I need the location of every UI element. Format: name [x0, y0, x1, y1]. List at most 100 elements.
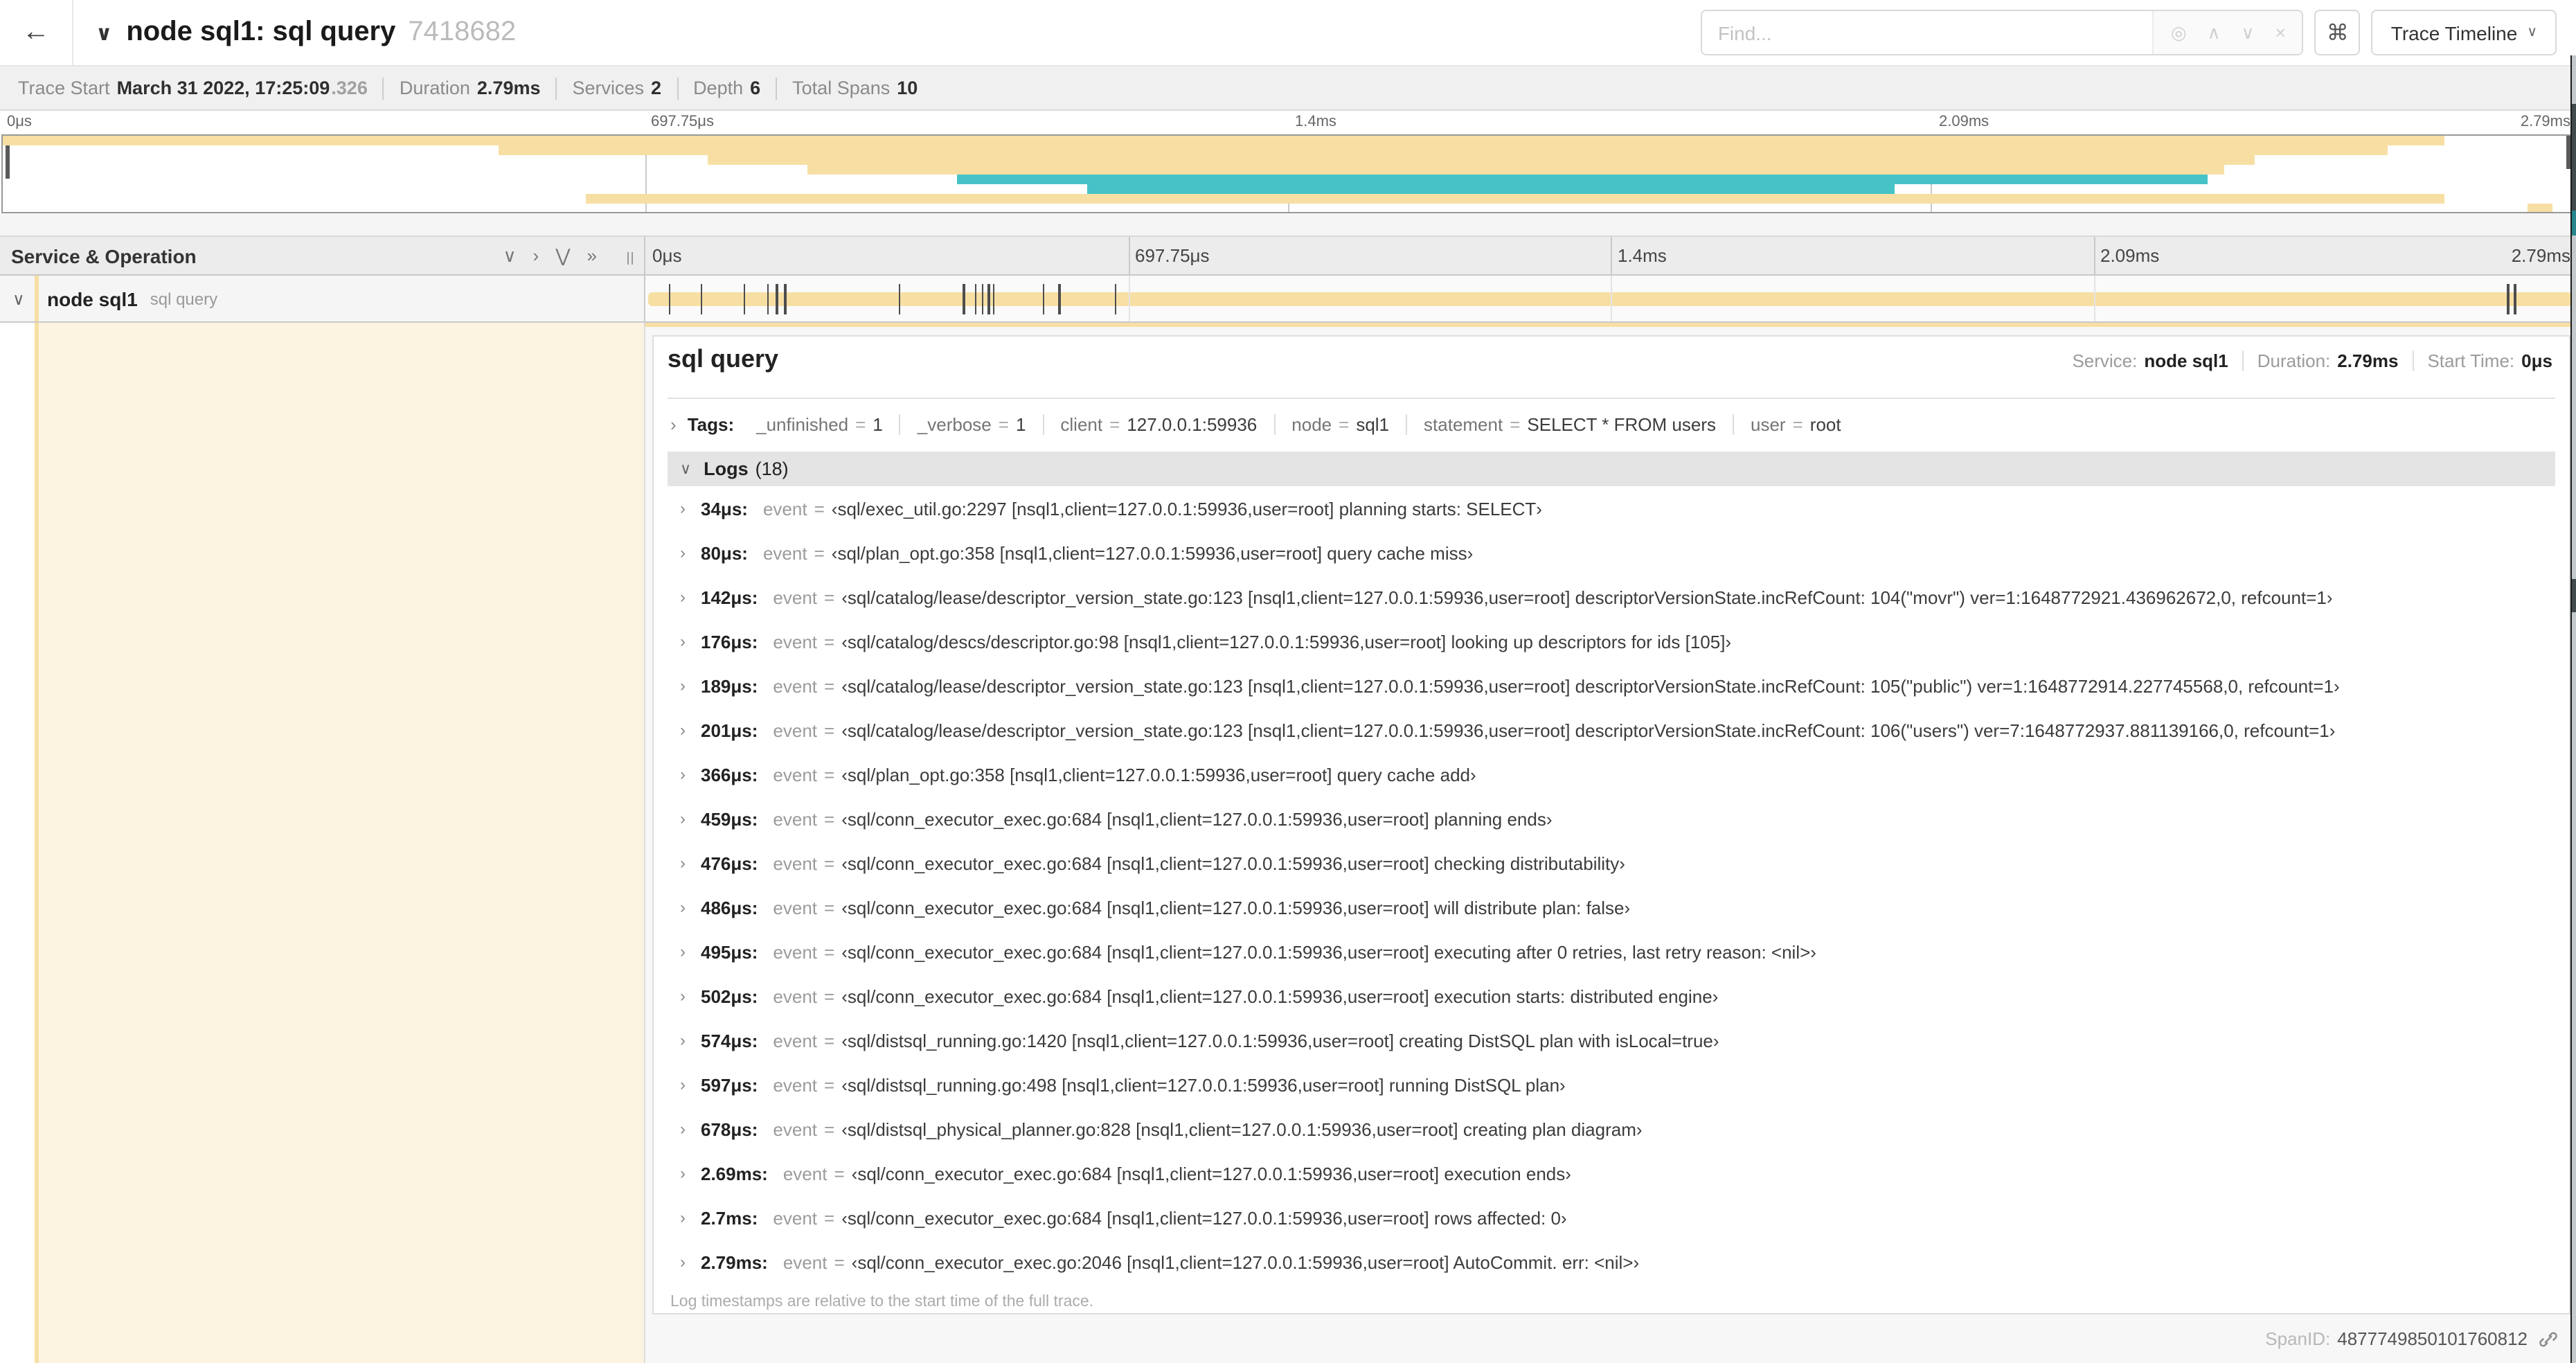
- chevron-right-icon: ›: [680, 1208, 686, 1227]
- span-row-name-cell[interactable]: ∨ node sql1 sql query: [0, 276, 645, 323]
- equals-sign: =: [824, 631, 835, 652]
- log-entry[interactable]: › 189μs: event = ‹sql/catalog/lease/descript…: [668, 663, 2555, 708]
- keyboard-shortcuts-button[interactable]: ⌘: [2314, 10, 2361, 55]
- log-entry[interactable]: › 2.69ms: event = ‹sql/conn_executor_exec.go…: [668, 1151, 2555, 1195]
- tag-key: _unfinished: [756, 413, 849, 434]
- log-marker: [981, 284, 984, 314]
- log-entry[interactable]: › 476μs: event = ‹sql/conn_executor_exec.go:…: [668, 841, 2555, 885]
- log-entry[interactable]: › 2.79ms: event = ‹sql/conn_executor_exec.go…: [668, 1240, 2555, 1284]
- collapse-all-icon[interactable]: ⋁: [555, 244, 570, 267]
- trace-info-value: 6: [750, 78, 761, 98]
- log-entry[interactable]: › 502μs: event = ‹sql/conn_executor_exec.go:…: [668, 974, 2555, 1018]
- log-entry[interactable]: › 366μs: event = ‹sql/plan_opt.go:358 [nsql1…: [668, 752, 2555, 796]
- equals-sign: =: [824, 941, 835, 962]
- log-entry[interactable]: › 176μs: event = ‹sql/catalog/descs/descript…: [668, 619, 2555, 663]
- log-marker: [668, 284, 671, 314]
- log-entry[interactable]: › 495μs: event = ‹sql/conn_executor_exec.go:…: [668, 929, 2555, 974]
- timeline-tick-label: 697.75μs: [1135, 245, 1210, 266]
- tag-item[interactable]: node = sql1: [1275, 413, 1408, 434]
- log-entry[interactable]: › 678μs: event = ‹sql/distsql_physical_plann…: [668, 1107, 2555, 1151]
- prev-match-icon[interactable]: ∧: [2208, 21, 2221, 44]
- log-entry[interactable]: › 574μs: event = ‹sql/distsql_running.go:142…: [668, 1018, 2555, 1062]
- equals-sign: =: [998, 413, 1009, 434]
- tag-value: 1: [873, 413, 883, 434]
- trace-timeline-label: Trace Timeline: [2390, 21, 2518, 44]
- log-timestamp: 201μs:: [701, 720, 758, 740]
- back-button[interactable]: ←: [0, 0, 73, 65]
- link-icon[interactable]: [2539, 1329, 2558, 1348]
- logs-count: (18): [755, 458, 789, 479]
- logs-title: Logs: [704, 458, 749, 479]
- divider: [668, 398, 2555, 399]
- minimap-canvas[interactable]: [1, 134, 2575, 213]
- log-field-value: ‹sql/distsql_physical_planner.go:828 [ns…: [841, 1119, 1643, 1139]
- minimap-gap: [0, 213, 2576, 235]
- log-field-key: event: [773, 897, 818, 918]
- log-entry[interactable]: › 201μs: event = ‹sql/catalog/lease/descript…: [668, 708, 2555, 752]
- log-entry[interactable]: › 459μs: event = ‹sql/conn_executor_exec.go:…: [668, 796, 2555, 841]
- span-row-timeline-cell[interactable]: [645, 276, 2576, 323]
- log-entry[interactable]: › 597μs: event = ‹sql/distsql_running.go:498…: [668, 1062, 2555, 1107]
- log-timestamp: 678μs:: [701, 1119, 758, 1139]
- log-field-key: event: [773, 1119, 818, 1139]
- log-field-value: ‹sql/plan_opt.go:358 [nsql1,client=127.0…: [841, 764, 1476, 785]
- selected-row-highlight: [39, 323, 644, 1363]
- minimap-tick-label: 2.79ms: [2520, 114, 2570, 130]
- chevron-right-icon: ›: [680, 809, 686, 828]
- span-bar[interactable]: [648, 292, 2572, 306]
- log-marker: [963, 284, 965, 314]
- chevron-right-icon: ›: [680, 720, 686, 740]
- service-operation-title: Service & Operation: [11, 244, 197, 267]
- timeline-gridline: [2093, 276, 2095, 321]
- chevron-right-icon: ›: [680, 986, 686, 1006]
- chevron-right-icon: ›: [680, 1252, 686, 1272]
- tags-items: _unfinished = 1 _verbose = 1 client = 127.0.0.1:…: [740, 413, 1857, 434]
- clear-search-icon[interactable]: ×: [2275, 22, 2286, 43]
- trace-info-suffix: .326: [331, 78, 368, 98]
- title-chevron-down-icon[interactable]: ∨: [96, 20, 112, 45]
- log-entry[interactable]: › 2.7ms: event = ‹sql/conn_executor_exec.go:…: [668, 1195, 2555, 1240]
- log-entry[interactable]: › 80μs: event = ‹sql/plan_opt.go:358 [nsql1,…: [668, 531, 2555, 575]
- log-field-value: ‹sql/conn_executor_exec.go:684 [nsql1,cl…: [851, 1163, 1571, 1184]
- log-field-key: event: [762, 542, 807, 563]
- log-marker: [743, 284, 746, 314]
- timeline-gridline: [1611, 276, 1612, 321]
- chevron-down-icon[interactable]: ∨: [12, 289, 25, 308]
- chevron-right-icon: ›: [680, 587, 686, 607]
- log-timestamp: 495μs:: [701, 941, 758, 962]
- trace-id: 7418682: [408, 17, 517, 47]
- find-input[interactable]: [1702, 11, 2153, 54]
- next-match-icon[interactable]: ∨: [2242, 21, 2255, 44]
- trace-info-value: 2: [651, 78, 662, 98]
- left-gutter: [0, 323, 35, 1363]
- column-resizer-grip[interactable]: [627, 251, 633, 264]
- tag-item[interactable]: client = 127.0.0.1:59936: [1044, 413, 1276, 434]
- log-timestamp: 34μs:: [701, 498, 748, 519]
- timeline-gridline: [2093, 237, 2095, 274]
- tag-item[interactable]: statement = SELECT * FROM users: [1407, 413, 1734, 434]
- locate-icon[interactable]: ◎: [2171, 21, 2187, 44]
- equals-sign: =: [1510, 413, 1521, 434]
- log-marker: [767, 284, 769, 314]
- span-detail-title: sql query: [668, 345, 779, 373]
- tags-row[interactable]: › Tags: _unfinished = 1 _verbose = 1 client = 12…: [668, 402, 2555, 446]
- collapse-one-icon[interactable]: ∨: [503, 244, 516, 267]
- tag-item[interactable]: user = root: [1734, 413, 1858, 434]
- expand-one-icon[interactable]: ›: [533, 245, 539, 266]
- log-entry[interactable]: › 142μs: event = ‹sql/catalog/lease/descript…: [668, 575, 2555, 619]
- log-entry[interactable]: › 486μs: event = ‹sql/conn_executor_exec.go:…: [668, 885, 2555, 929]
- minimap-span: [499, 145, 2388, 155]
- equals-sign: =: [824, 1030, 835, 1051]
- tag-item[interactable]: _unfinished = 1: [740, 413, 901, 434]
- tag-item[interactable]: _verbose = 1: [901, 413, 1044, 434]
- trace-timeline-dropdown[interactable]: Trace Timeline ∨: [2371, 10, 2557, 55]
- log-entry[interactable]: › 34μs: event = ‹sql/exec_util.go:2297 [nsql…: [668, 486, 2555, 531]
- minimap-tick-label: 0μs: [7, 114, 32, 130]
- minimap-tick-label: 697.75μs: [651, 114, 714, 130]
- expand-all-icon[interactable]: »: [587, 245, 597, 266]
- log-field-value: ‹sql/distsql_running.go:498 [nsql1,clien…: [841, 1074, 1566, 1095]
- log-field-key: event: [773, 631, 818, 652]
- span-meta-label: Duration:: [2257, 350, 2331, 371]
- logs-header[interactable]: ∨ Logs (18): [668, 452, 2555, 486]
- log-marker: [2507, 284, 2510, 314]
